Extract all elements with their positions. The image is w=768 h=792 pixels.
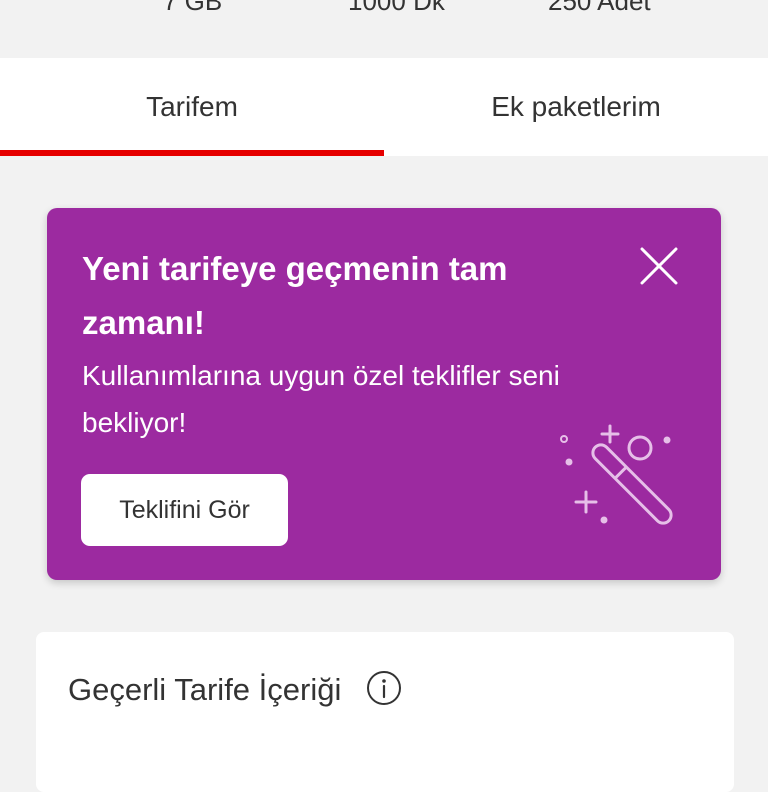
tab-ek-paketlerim[interactable]: Ek paketlerim (384, 58, 768, 156)
tab-tarifem-label: Tarifem (146, 91, 238, 122)
usage-summary-row: 7 GB 1000 Dk 250 Adet (0, 0, 768, 56)
current-tariff-title: Geçerli Tarife İçeriği (68, 672, 342, 707)
magic-wand-icon (560, 424, 673, 525)
promo-title: Yeni tarifeye geçmenin tam zamanı! (82, 250, 508, 341)
close-icon[interactable] (639, 246, 679, 286)
tab-ek-paketlerim-label: Ek paketlerim (491, 91, 661, 122)
current-tariff-card: Geçerli Tarife İçeriği (36, 632, 734, 792)
usage-minutes-value: 1000 Dk (348, 0, 445, 16)
see-offer-button[interactable]: Teklifini Gör (81, 474, 288, 546)
tab-tarifem[interactable]: Tarifem (0, 58, 384, 156)
promo-description: Kullanımlarına uygun özel teklifler seni… (82, 360, 560, 438)
active-tab-indicator (0, 150, 384, 156)
usage-sms-value: 250 Adet (548, 0, 651, 16)
usage-data-value: 7 GB (163, 0, 223, 16)
tab-bar: Tarifem Ek paketlerim (0, 58, 768, 156)
promo-banner: Yeni tarifeye geçmenin tam zamanı! Kulla… (47, 208, 721, 580)
info-icon[interactable] (366, 670, 402, 706)
